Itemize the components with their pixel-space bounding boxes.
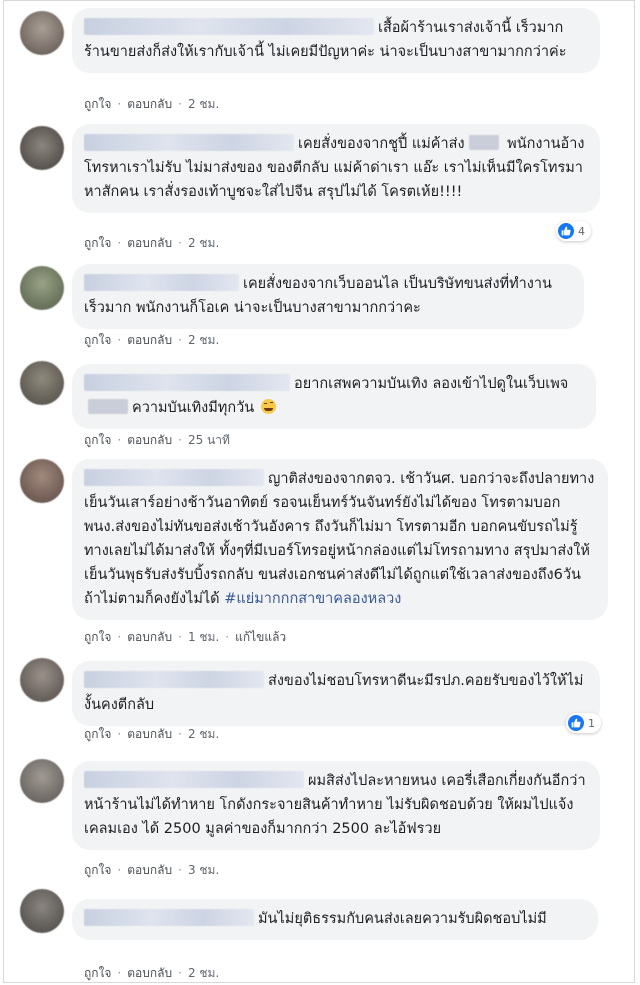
comment-actions: ถูกใจ · ตอบกลับ · 2 ชม. [84, 333, 220, 347]
reply-link[interactable]: ตอบกลับ [127, 236, 172, 250]
reaction-count[interactable]: 1 [566, 713, 601, 733]
comment-text-intro: เคยสั่งของจากชูปี้ แม่ค้าส่ง [298, 136, 465, 152]
comment-actions: ถูกใจ · ตอบกลับ · 2 ชม. [84, 966, 220, 980]
comment-bubble: ผมสิส่งไปละหายหนง เคอรี่เสือกเกี่ยงกันอี… [72, 761, 600, 850]
comment-bubble: ญาติส่งของจากตจว. เช้าวันศ. บอกว่าจะถึงป… [72, 459, 608, 620]
comment-bubble: เคยสั่งของจากชูปี้ แม่ค้าส่ง พนักงานอ้าง… [72, 124, 600, 213]
comment-text: ญาติส่งของจากตจว. เช้าวันศ. บอกว่าจะถึงป… [84, 471, 595, 607]
reaction-count-value: 4 [578, 224, 585, 238]
comment-actions: ถูกใจ · ตอบกลับ · 2 ชม. [84, 236, 220, 250]
like-reaction-icon [568, 715, 584, 731]
avatar[interactable] [20, 126, 64, 170]
comment-time[interactable]: 3 ชม. [188, 863, 219, 877]
comment-text: ความบันเทิงมีทุกวัน [132, 400, 255, 416]
reply-link[interactable]: ตอบกลับ [127, 863, 172, 877]
like-link[interactable]: ถูกใจ [84, 433, 111, 447]
avatar[interactable] [20, 361, 64, 405]
redacted-author-name[interactable] [84, 134, 294, 151]
comment-time[interactable]: 2 ชม. [188, 727, 219, 741]
like-link[interactable]: ถูกใจ [84, 236, 111, 250]
comment-bubble: เคยสั่งของจากเว็บออนไล เป็นบริษัทขนส่งที… [72, 264, 584, 329]
comment-actions: ถูกใจ · ตอบกลับ · 2 ชม. [84, 97, 220, 111]
avatar[interactable] [20, 759, 64, 803]
redacted-author-name[interactable] [84, 909, 254, 926]
like-link[interactable]: ถูกใจ [84, 97, 111, 111]
comment-actions: ถูกใจ · ตอบกลับ · 1 ชม. · แก้ไขแล้ว [84, 630, 287, 644]
reply-link[interactable]: ตอบกลับ [127, 433, 172, 447]
comment-actions: ถูกใจ · ตอบกลับ · 3 ชม. [84, 863, 220, 877]
like-link[interactable]: ถูกใจ [84, 333, 111, 347]
comment-time[interactable]: 2 ชม. [188, 966, 219, 980]
comment-bubble: มันไม่ยุติธรรมกับคนส่งเลยความรับผิดชอบไม… [72, 899, 598, 940]
comment-actions: ถูกใจ · ตอบกลับ · 2 ชม. [84, 727, 220, 741]
comment-time[interactable]: 2 ชม. [188, 236, 219, 250]
reply-link[interactable]: ตอบกลับ [127, 966, 172, 980]
reply-link[interactable]: ตอบกลับ [127, 630, 172, 644]
comment-time[interactable]: 25 นาที [188, 433, 230, 447]
like-link[interactable]: ถูกใจ [84, 966, 111, 980]
redacted-author-name[interactable] [84, 374, 290, 391]
reply-link[interactable]: ตอบกลับ [127, 333, 172, 347]
reaction-count-value: 1 [588, 716, 595, 730]
comment-bubble: อยากเสพความบันเทิง ลองเข้าไปดูในเว็บเพจค… [72, 364, 596, 429]
comment-bubble: ส่งของไม่ชอบโทรหาดีนะมีรปภ.คอยรับของไว้ใ… [72, 661, 600, 726]
comment-text: มันไม่ยุติธรรมกับคนส่งเลยความรับผิดชอบไม… [258, 911, 547, 927]
redacted-author-name[interactable] [84, 274, 239, 291]
comment-thread: เสื้อผ้าร้านเราส่งเจ้านี้ เร็วมาก ร้านขา… [3, 0, 635, 983]
redacted-author-name[interactable] [84, 18, 374, 35]
avatar[interactable] [20, 266, 64, 310]
like-link[interactable]: ถูกใจ [84, 863, 111, 877]
avatar[interactable] [20, 459, 64, 503]
hashtag-link[interactable]: #แย่มากกกสาขาคลองหลวง [224, 591, 401, 607]
comment-bubble: เสื้อผ้าร้านเราส่งเจ้านี้ เร็วมาก ร้านขา… [72, 8, 600, 73]
like-reaction-icon [558, 223, 574, 239]
redacted-author-name[interactable] [84, 671, 264, 688]
comment-time[interactable]: 2 ชม. [188, 97, 219, 111]
reaction-count[interactable]: 4 [556, 221, 591, 241]
reply-link[interactable]: ตอบกลับ [127, 97, 172, 111]
avatar[interactable] [20, 658, 64, 702]
avatar[interactable] [20, 11, 64, 55]
comment-time[interactable]: 2 ชม. [188, 333, 219, 347]
laughing-emoji-icon [260, 399, 276, 414]
redacted-author-name[interactable] [84, 469, 264, 486]
reply-link[interactable]: ตอบกลับ [127, 727, 172, 741]
comment-time[interactable]: 1 ชม. [188, 630, 219, 644]
redacted-author-name[interactable] [84, 771, 304, 788]
comment-actions: ถูกใจ · ตอบกลับ · 25 นาที [84, 433, 230, 447]
redacted-text [88, 399, 128, 414]
edited-label[interactable]: แก้ไขแล้ว [235, 630, 286, 644]
comment-text-intro: อยากเสพความบันเทิง ลองเข้าไปดูในเว็บเพจ [294, 376, 569, 392]
like-link[interactable]: ถูกใจ [84, 727, 111, 741]
redacted-text [468, 135, 499, 150]
like-link[interactable]: ถูกใจ [84, 630, 111, 644]
avatar[interactable] [20, 889, 64, 933]
